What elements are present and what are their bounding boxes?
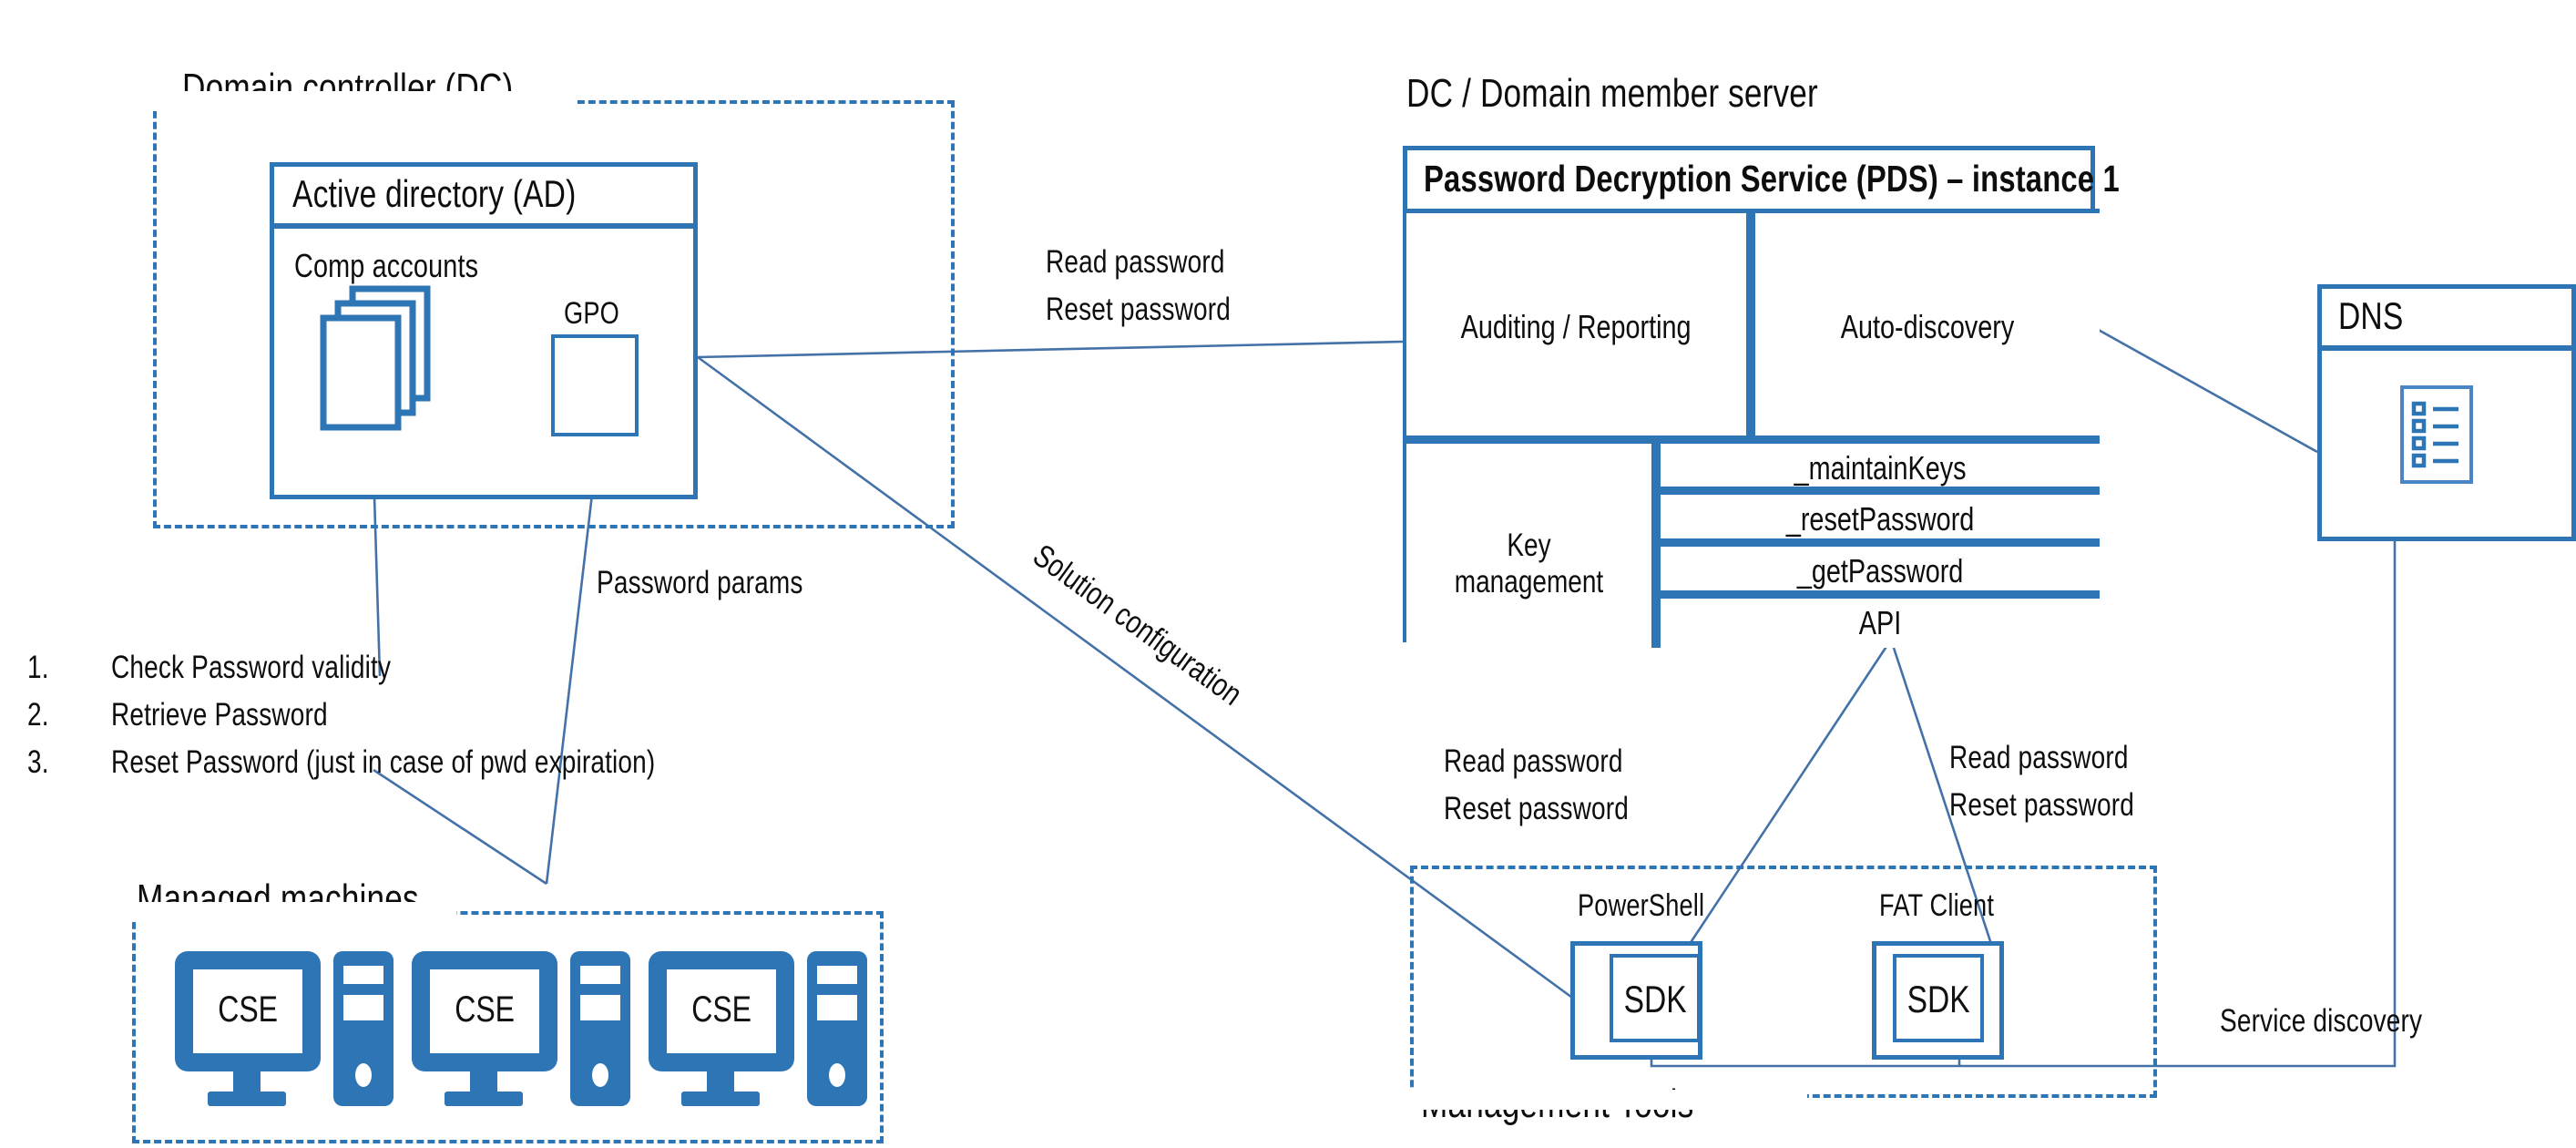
api-row-3-label-wrap: API (1661, 604, 2100, 642)
comp-accounts-stack-icon (320, 285, 431, 431)
edge-label-fatclient-line1: Read password (1949, 740, 2129, 775)
pds-box: Password Decryption Service (PDS) – inst… (1403, 146, 2120, 648)
zone-management-tools (1410, 866, 2157, 1098)
dns-box: DNS (2317, 284, 2576, 541)
connector-steps-to-managed-machines (373, 768, 547, 886)
dns-header-rule (2322, 345, 2571, 351)
managed-machine-2: CSE (647, 949, 870, 1111)
active-directory-header-rule (274, 223, 693, 229)
fatclient-sdk-label: SDK (1906, 978, 1970, 1020)
api-row-2: _getPassword (1656, 542, 2100, 595)
key-management-box: Key management (1406, 439, 1656, 648)
fatclient-outer-box: SDK (1872, 941, 2004, 1060)
managed-machine-label-wrap: CSE (410, 989, 559, 1030)
api-row-3: API (1656, 594, 2100, 648)
gpo-box (551, 334, 639, 436)
powershell-sdk-box: SDK (1610, 954, 1701, 1042)
auto-discovery-box: Auto-discovery (1751, 209, 2100, 440)
edge-label-powershell-line1: Read password (1444, 743, 1623, 779)
step-number: 2. (27, 697, 49, 733)
powershell-outer-box: SDK (1570, 941, 1702, 1060)
managed-machine-label-wrap: CSE (173, 989, 322, 1030)
auto-discovery-label-wrap: Auto-discovery (1755, 308, 2100, 346)
api-row-label: _getPassword (1796, 552, 1964, 589)
step-text: Check Password validity (111, 650, 392, 685)
edge-label-service-discovery: Service discovery (2220, 1003, 2423, 1039)
zone-title-mask-dc (149, 91, 576, 111)
fatclient-label: FAT Client (1879, 888, 1995, 923)
edge-label-ad-to-pds-line2: Reset password (1046, 292, 1231, 327)
edge-label-password-params: Password params (597, 565, 803, 600)
key-management-label-wrap: Key management (1406, 528, 1651, 600)
diagram-canvas: Domain controller (DC) Active directory … (0, 0, 2576, 1148)
auto-discovery-label: Auto-discovery (1840, 308, 2015, 345)
step-number: 3. (27, 744, 49, 780)
active-directory-box: Active directory (AD) Comp accounts GPO (270, 162, 698, 499)
step-number: 1. (27, 650, 49, 685)
api-row-label: _maintainKeys (1794, 449, 1967, 487)
active-directory-title: Active directory (AD) (292, 172, 577, 215)
powershell-label: PowerShell (1578, 888, 1705, 923)
api-row-label: API (1858, 604, 1902, 641)
pds-title: Password Decryption Service (PDS) – inst… (1424, 158, 2120, 200)
list-records-icon (2400, 385, 2473, 484)
zone-title-dc-member-server: DC / Domain member server (1406, 71, 1818, 116)
powershell-sdk-label-wrap: SDK (1613, 978, 1697, 1021)
fatclient-sdk-box: SDK (1893, 954, 1984, 1042)
comp-accounts-label: Comp accounts (294, 247, 479, 284)
auditing-reporting-label-wrap: Auditing / Reporting (1406, 308, 1746, 346)
managed-machine-1: CSE (410, 949, 633, 1111)
managed-machine-0: CSE (173, 949, 396, 1111)
managed-machine-label: CSE (691, 989, 751, 1030)
managed-machine-label: CSE (218, 989, 278, 1030)
api-row-1-label-wrap: _resetPassword (1661, 500, 2100, 538)
edge-label-ad-to-pds-line1: Read password (1046, 244, 1225, 280)
step-text: Retrieve Password (111, 697, 328, 733)
gpo-label: GPO (564, 296, 619, 331)
auditing-reporting-box: Auditing / Reporting (1406, 209, 1751, 440)
auditing-reporting-label: Auditing / Reporting (1461, 308, 1692, 345)
edge-label-fatclient-line2: Reset password (1949, 787, 2134, 823)
api-row-2-label-wrap: _getPassword (1661, 552, 2100, 590)
step-text: Reset Password (just in case of pwd expi… (111, 744, 656, 780)
dns-title: DNS (2338, 294, 2404, 337)
api-row-0-label-wrap: _maintainKeys (1661, 449, 2100, 487)
edge-label-powershell-line2: Reset password (1444, 791, 1629, 826)
zone-title-mask-managed-machines (128, 902, 456, 922)
managed-machine-label-wrap: CSE (647, 989, 796, 1030)
powershell-sdk-label: SDK (1623, 978, 1687, 1020)
api-row-1: _resetPassword (1656, 490, 2100, 543)
api-row-0: _maintainKeys (1656, 439, 2100, 491)
managed-machine-label: CSE (455, 989, 515, 1030)
fatclient-sdk-label-wrap: SDK (1896, 978, 1980, 1021)
api-row-label: _resetPassword (1785, 500, 1975, 538)
zone-title-mask-management-tools (1406, 1090, 1807, 1110)
key-management-label: Key management (1454, 528, 1604, 600)
